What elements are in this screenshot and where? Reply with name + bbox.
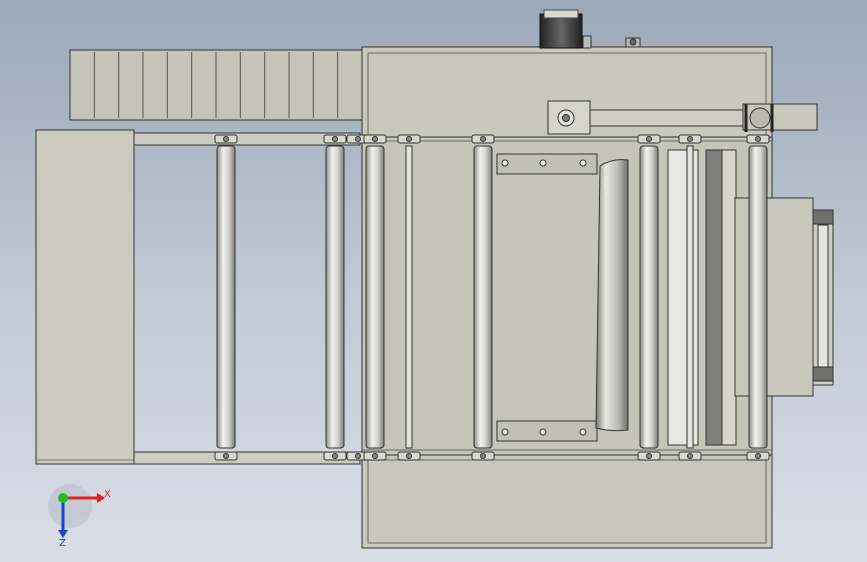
drive-drum: [595, 159, 629, 432]
tie-rod: [686, 145, 694, 449]
roller: [473, 145, 493, 449]
x-axis-label: X: [104, 489, 111, 500]
roller: [639, 145, 659, 449]
lower-housing: [361, 454, 773, 549]
roller: [325, 145, 345, 449]
coordinate-triad: X Z: [48, 484, 111, 549]
tie-rod: [405, 145, 413, 449]
cad-viewport[interactable]: X Z: [0, 0, 867, 562]
z-axis-label: Z: [59, 538, 66, 549]
left-table: [35, 129, 135, 465]
conveyor-assembly-drawing: X Z: [35, 9, 834, 549]
y-axis-dot: [58, 493, 68, 503]
motor: [539, 9, 641, 49]
roller: [365, 145, 385, 449]
discharge-chute: [734, 197, 814, 397]
roller: [216, 145, 236, 449]
infeed-plate-strip: [69, 49, 363, 121]
roller: [748, 145, 768, 449]
